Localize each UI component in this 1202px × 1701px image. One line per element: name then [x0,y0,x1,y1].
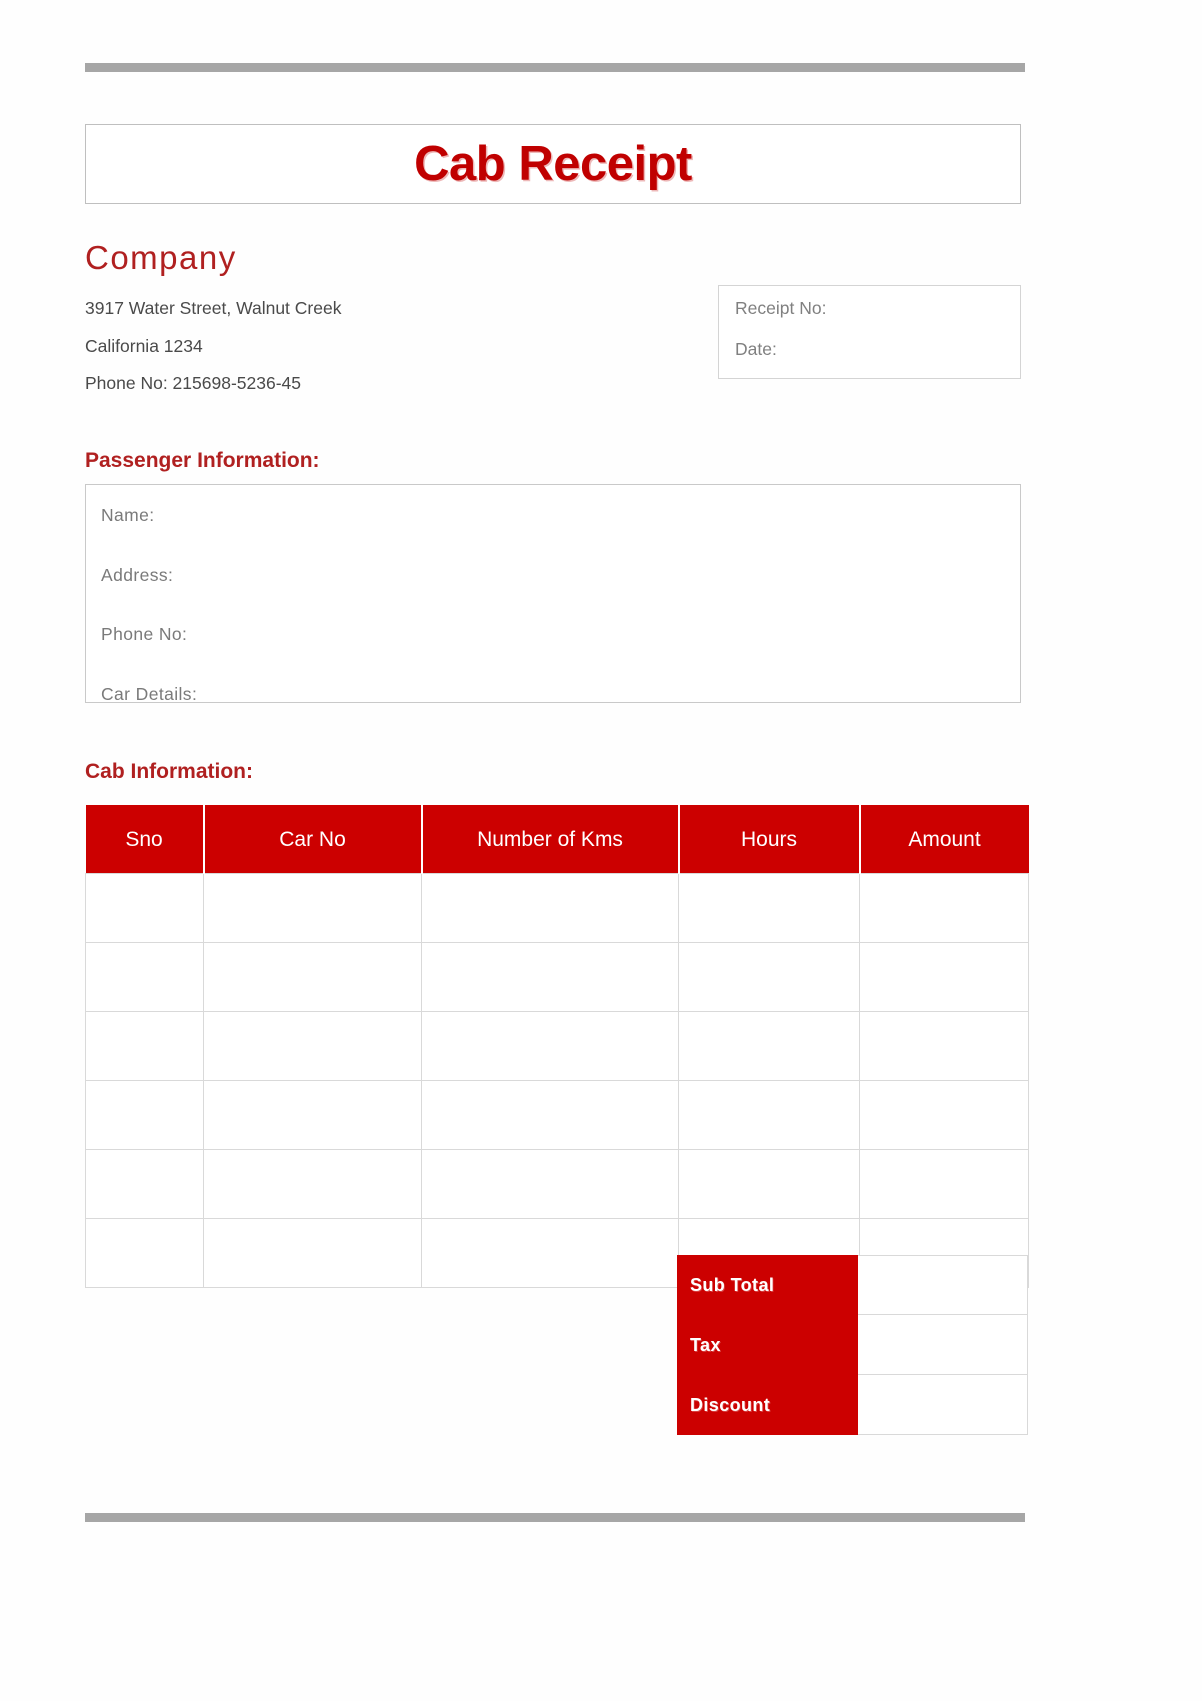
table-cell[interactable] [85,942,204,1012]
table-cell[interactable] [85,1080,204,1150]
table-cell[interactable] [203,1080,422,1150]
totals-row-discount: Discount [677,1375,1028,1435]
table-cell[interactable] [678,1011,860,1081]
passenger-phone-field[interactable]: Phone No: [101,625,1020,644]
table-cell[interactable] [421,1218,679,1288]
table-cell[interactable] [678,942,860,1012]
table-cell[interactable] [678,873,860,943]
totals-row-sub-total: Sub Total [677,1255,1028,1315]
column-header-car-no: Car No [203,805,423,874]
column-header-hours: Hours [678,805,861,874]
table-cell[interactable] [421,1149,679,1219]
company-phone: Phone No: 215698-5236-45 [85,373,302,393]
table-cell[interactable] [203,1011,422,1081]
table-cell[interactable] [859,942,1029,1012]
company-address-block: 3917 Water Street, Walnut Creek Californ… [85,298,645,413]
sub-total-label: Sub Total [677,1255,858,1315]
table-header-row: Sno Car No Number of Kms Hours Amount [85,805,1029,874]
discount-value[interactable] [858,1375,1028,1435]
company-address-line-2: California 1234 [85,335,203,356]
table-cell[interactable] [678,1080,860,1150]
table-cell[interactable] [859,1011,1029,1081]
table-cell[interactable] [678,1149,860,1219]
receipt-date-field[interactable]: Date: [735,340,1020,359]
passenger-car-details-field[interactable]: Car Details: [101,685,1020,704]
top-divider-bar [85,63,1025,72]
table-cell[interactable] [203,1218,422,1288]
table-cell[interactable] [203,942,422,1012]
column-header-sno: Sno [85,805,205,874]
cab-information-table: Sno Car No Number of Kms Hours Amount [85,805,1029,1288]
column-header-number-of-kms: Number of Kms [421,805,680,874]
table-row [85,1080,1029,1150]
table-cell[interactable] [859,873,1029,943]
cab-section-heading: Cab Information: [85,760,253,783]
table-row [85,942,1029,1012]
company-address-line-1: 3917 Water Street, Walnut Creek [85,298,342,318]
table-cell[interactable] [85,873,204,943]
table-row [85,873,1029,943]
table-cell[interactable] [859,1080,1029,1150]
passenger-name-field[interactable]: Name: [101,506,1020,525]
bottom-divider-bar [85,1513,1025,1522]
table-cell[interactable] [85,1011,204,1081]
passenger-section-heading: Passenger Information: [85,449,320,472]
table-cell[interactable] [203,873,422,943]
totals-row-tax: Tax [677,1315,1028,1375]
passenger-address-field[interactable]: Address: [101,566,1020,585]
table-cell[interactable] [859,1149,1029,1219]
table-cell[interactable] [421,873,679,943]
sub-total-value[interactable] [858,1255,1028,1315]
table-cell[interactable] [85,1149,204,1219]
receipt-meta-box: Receipt No: Date: [718,285,1021,379]
table-row [85,1149,1029,1219]
table-body [85,873,1029,1288]
column-header-amount: Amount [859,805,1029,874]
receipt-no-field[interactable]: Receipt No: [735,299,1020,318]
table-cell[interactable] [421,1011,679,1081]
discount-label: Discount [677,1375,858,1435]
totals-block: Sub Total Tax Discount [677,1255,1028,1435]
table-cell[interactable] [85,1218,204,1288]
passenger-info-box: Name: Address: Phone No: Car Details: [85,484,1021,703]
table-cell[interactable] [421,1080,679,1150]
table-row [85,1011,1029,1081]
page-title: Cab Receipt [414,136,692,191]
tax-value[interactable] [858,1315,1028,1375]
title-banner: Cab Receipt [85,124,1021,204]
tax-label: Tax [677,1315,858,1375]
table-cell[interactable] [421,942,679,1012]
company-name: Company [85,239,237,276]
receipt-page: Cab Receipt Company 3917 Water Street, W… [0,0,1202,1701]
table-cell[interactable] [203,1149,422,1219]
